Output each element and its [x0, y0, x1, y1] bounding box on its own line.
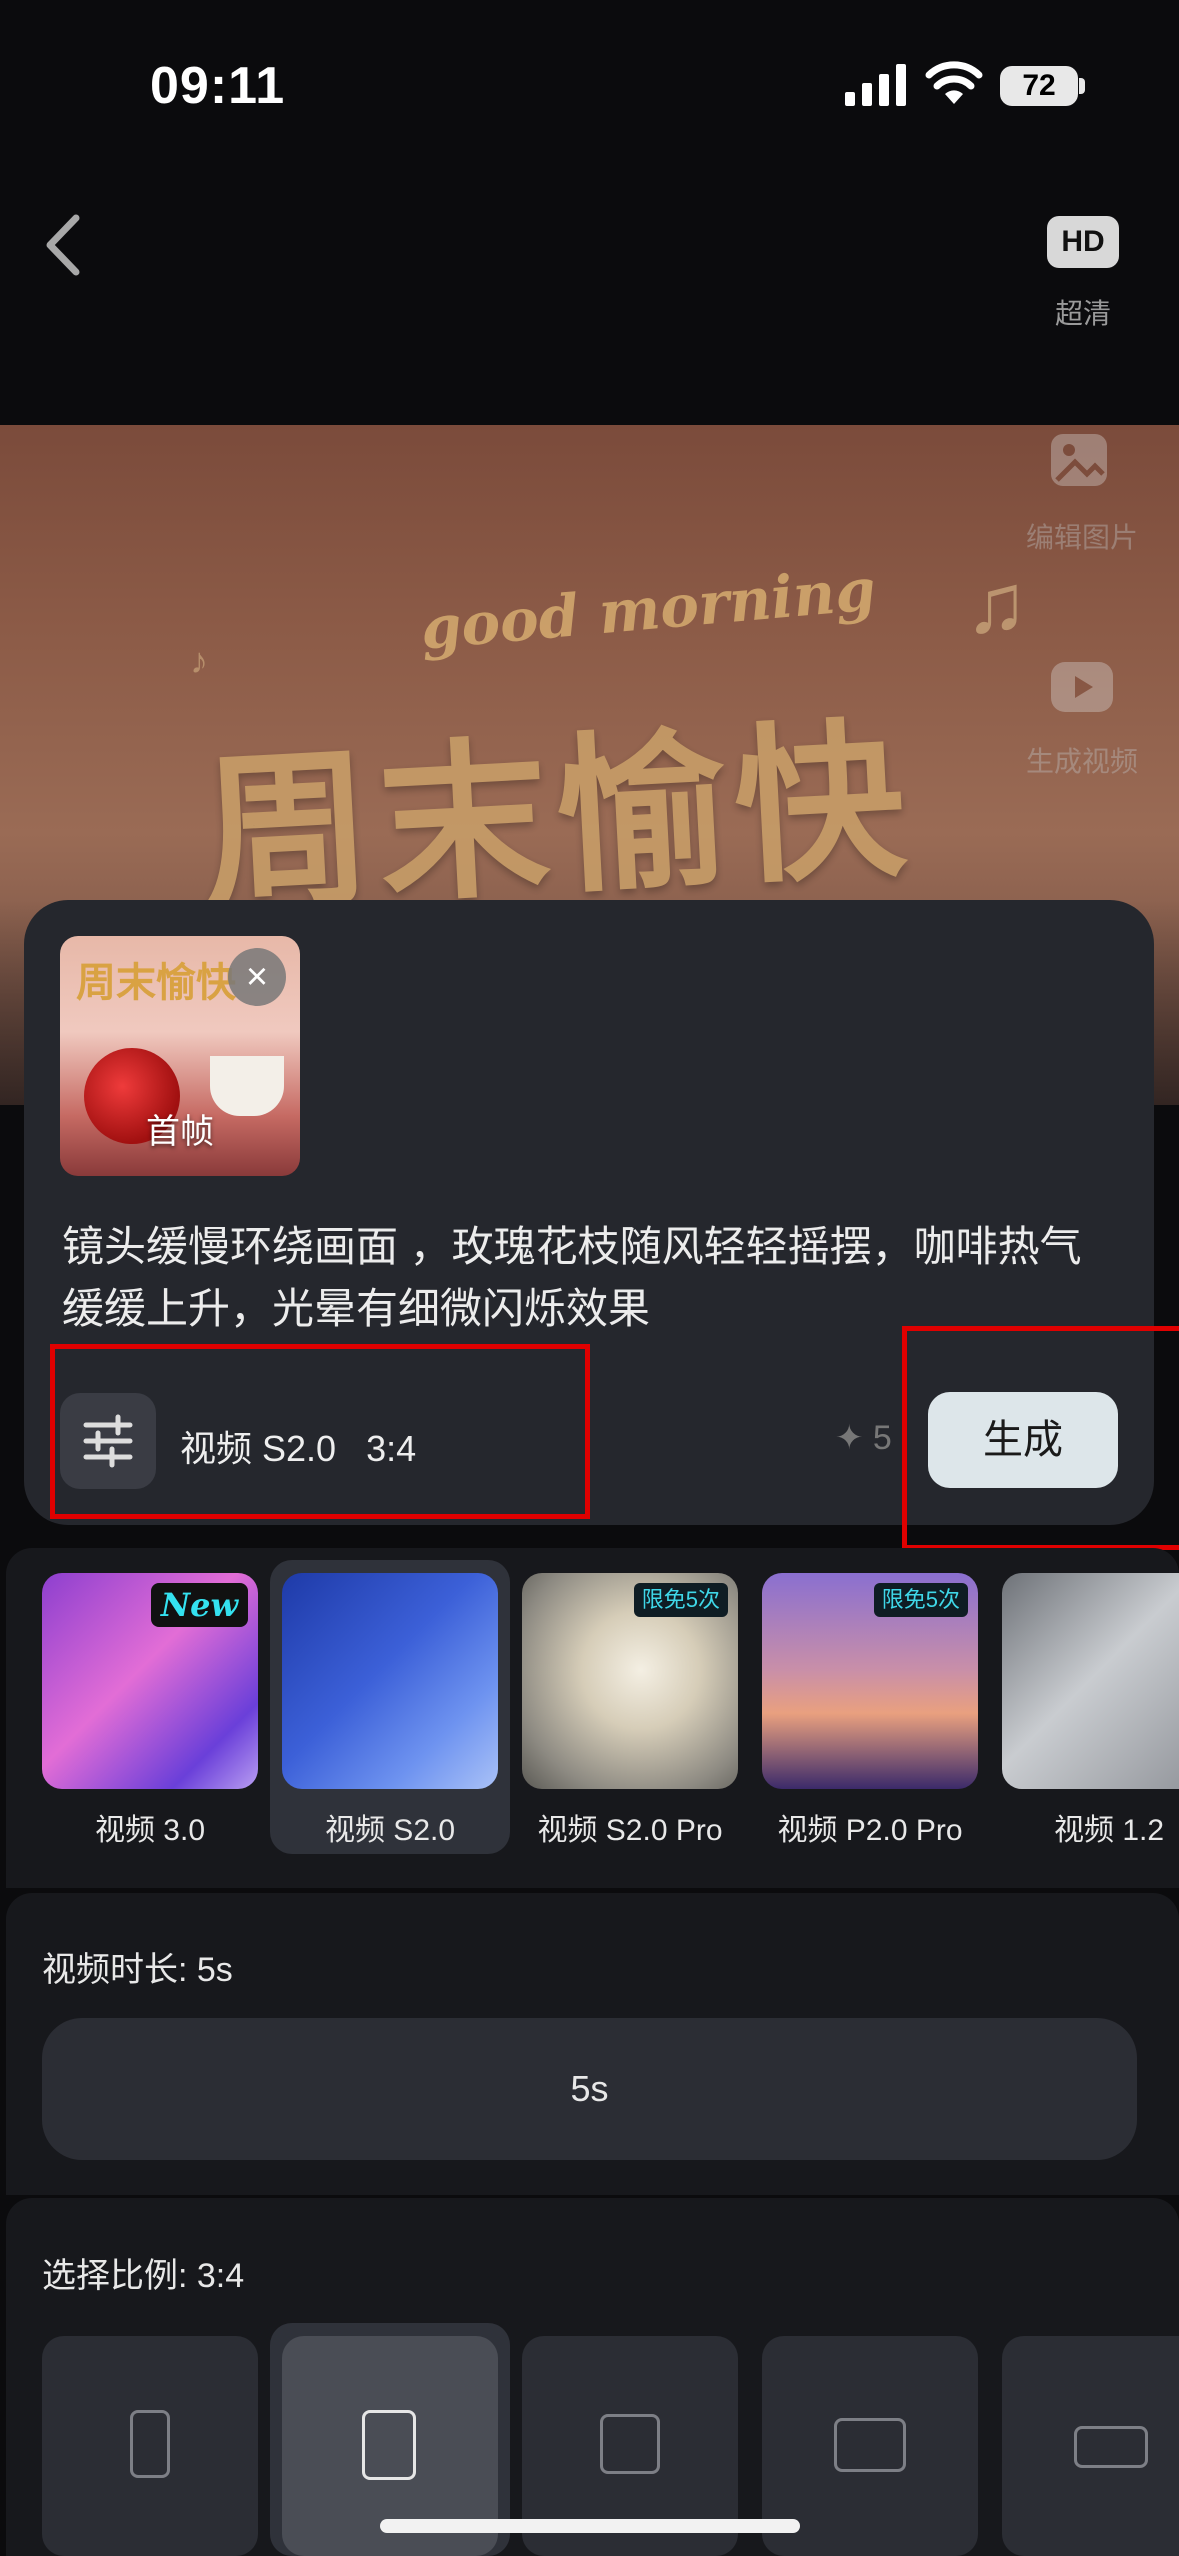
battery-tip: [1079, 78, 1085, 94]
ratio-title: 选择比例: 3:4: [42, 2257, 245, 2295]
credit-cost: ✦ 5: [835, 1419, 892, 1457]
thumbnail-title-text: 周末愉快: [76, 959, 236, 1006]
model-name: 视频 P2.0 Pro: [777, 1814, 963, 1847]
model-thumbnail: New: [42, 1573, 258, 1789]
new-badge: New: [150, 1583, 248, 1627]
cellular-signal-icon: [845, 64, 906, 106]
model-name: 视频 S2.0 Pro: [537, 1814, 723, 1847]
model-thumbnail: [282, 1573, 498, 1789]
ratio-shape-icon: [362, 2410, 416, 2480]
model-thumbnail: [1002, 1573, 1179, 1789]
model-card-video-s2-0-pro[interactable]: 限免5次 视频 S2.0 Pro: [522, 1573, 738, 1849]
prompt-text[interactable]: 镜头缓慢环绕画面 ，玫瑰花枝随风轻轻摇摆，咖啡热气缓缓上升，光晕有细微闪烁效果: [62, 1216, 1122, 1340]
ratio-option-16-9[interactable]: [1002, 2336, 1179, 2556]
model-ratio-summary[interactable]: 视频 S2.0 3:4: [180, 1420, 416, 1472]
model-name: 视频 1.2: [1054, 1814, 1165, 1847]
music-note-icon: ♫: [965, 556, 1028, 650]
generate-button[interactable]: 生成: [928, 1392, 1118, 1488]
home-indicator[interactable]: [380, 2519, 800, 2533]
model-name: 视频 3.0: [94, 1814, 206, 1847]
model-card-video-3-0[interactable]: New 视频 3.0: [42, 1573, 258, 1849]
generate-video-label[interactable]: 生成视频: [1012, 740, 1152, 780]
hd-quality-button[interactable]: HD: [1047, 216, 1119, 268]
model-thumbnail: 限免5次: [762, 1573, 978, 1789]
music-note-small-icon: ♪: [190, 640, 208, 681]
edit-image-label[interactable]: 编辑图片: [1012, 516, 1152, 556]
edit-image-icon[interactable]: [1047, 430, 1117, 492]
ratio-option-9-16[interactable]: [42, 2336, 258, 2556]
first-frame-label: 首帧: [146, 1113, 214, 1151]
ratio-shape-icon: [834, 2418, 906, 2472]
model-thumbnail: 限免5次: [522, 1573, 738, 1789]
wifi-icon: [925, 61, 983, 104]
free-trial-badge: 限免5次: [873, 1583, 968, 1617]
battery-indicator: 72: [1000, 66, 1078, 106]
duration-option-5s[interactable]: 5s: [42, 2018, 1137, 2160]
model-card-video-1-2[interactable]: 视频 1.2: [1002, 1573, 1179, 1849]
model-card-video-s2-0[interactable]: 视频 S2.0: [282, 1573, 498, 1849]
back-chevron-icon[interactable]: [40, 210, 90, 280]
ratio-shape-icon: [600, 2414, 660, 2474]
play-video-icon[interactable]: [1047, 656, 1117, 718]
duration-title: 视频时长: 5s: [42, 1951, 233, 1989]
sliders-icon: [83, 1414, 133, 1468]
model-name: 视频 S2.0: [324, 1814, 456, 1847]
ratio-shape-icon: [1074, 2426, 1148, 2468]
status-time: 09:11: [150, 57, 286, 115]
hd-quality-label: 超清: [1054, 298, 1111, 329]
ratio-shape-icon: [130, 2410, 170, 2478]
remove-frame-close-icon[interactable]: ×: [228, 948, 286, 1006]
model-card-video-p2-0-pro[interactable]: 限免5次 视频 P2.0 Pro: [762, 1573, 978, 1849]
settings-sliders-button[interactable]: [60, 1393, 156, 1489]
free-trial-badge: 限免5次: [633, 1583, 728, 1617]
